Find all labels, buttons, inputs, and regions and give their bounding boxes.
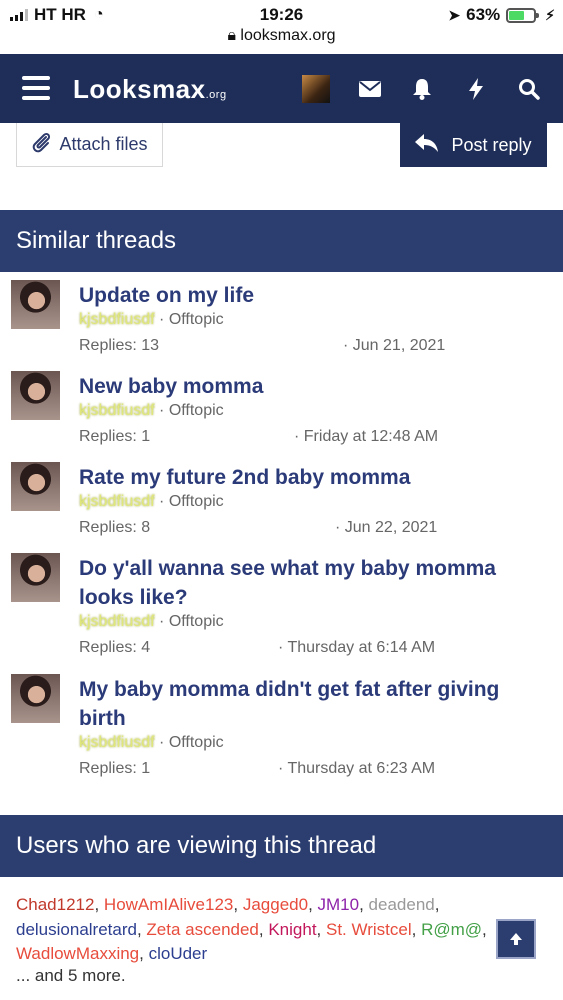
post-reply-label: Post reply: [451, 134, 532, 155]
viewer-username[interactable]: WadlowMaxxing: [16, 944, 139, 963]
viewers-header: Users who are viewing this thread: [0, 815, 563, 877]
author-avatar[interactable]: [11, 553, 60, 602]
thread-author[interactable]: kjsbdfiusdf: [79, 493, 155, 510]
thread-date: · Friday at 12:48 AM: [294, 428, 439, 445]
paperclip-icon: [31, 131, 51, 158]
user-avatar[interactable]: [302, 75, 330, 103]
thread-date: · Thursday at 6:23 AM: [278, 760, 436, 777]
thread-title[interactable]: My baby momma didn't get fat after givin…: [79, 675, 529, 733]
viewers-title: Users who are viewing this thread: [16, 832, 377, 859]
scroll-to-top-button[interactable]: [496, 919, 536, 959]
thread-meta: kjsbdfiusdf · Offtopic: [79, 493, 224, 510]
author-avatar[interactable]: [11, 462, 60, 511]
viewer-username[interactable]: Zeta ascended: [146, 920, 258, 939]
bell-icon[interactable]: [409, 76, 435, 102]
viewer-username[interactable]: Knight: [268, 920, 316, 939]
viewer-username[interactable]: R@m@: [421, 920, 482, 939]
thread-forum[interactable]: Offtopic: [169, 311, 224, 328]
thread-replies: Replies: 4: [79, 639, 151, 656]
thread-replies: Replies: 13: [79, 337, 160, 354]
viewer-username[interactable]: JM10: [318, 895, 360, 914]
viewers-list: Chad1212, HowAmIAlive123, Jagged0, JM10,…: [16, 895, 487, 963]
viewer-username[interactable]: St. Wristcel: [326, 920, 412, 939]
thread-author[interactable]: kjsbdfiusdf: [79, 402, 155, 419]
viewer-username[interactable]: Jagged0: [243, 895, 308, 914]
thread-replies: Replies: 8: [79, 519, 151, 536]
thread-replies: Replies: 1: [79, 428, 151, 445]
battery-percent: 63%: [466, 5, 501, 24]
reply-arrow-icon: [415, 133, 439, 157]
thread-meta: kjsbdfiusdf · Offtopic: [79, 734, 224, 751]
similar-threads-header: Similar threads: [0, 210, 563, 272]
search-icon[interactable]: [516, 76, 542, 102]
battery-icon: [506, 7, 540, 23]
lightning-icon[interactable]: [463, 76, 489, 102]
viewer-username[interactable]: HowAmIAlive123: [104, 895, 233, 914]
thread-author[interactable]: kjsbdfiusdf: [79, 311, 155, 328]
menu-icon[interactable]: [22, 76, 50, 100]
thread-author[interactable]: kjsbdfiusdf: [79, 734, 155, 751]
address-bar[interactable]: 🔒︎ looksmax.org: [0, 27, 563, 45]
top-navbar: Looksmax.org: [0, 54, 563, 123]
post-reply-button[interactable]: Post reply: [400, 123, 547, 167]
thread-forum[interactable]: Offtopic: [169, 402, 224, 419]
thread-forum[interactable]: Offtopic: [169, 493, 224, 510]
attach-files-button[interactable]: Attach files: [16, 123, 163, 167]
envelope-icon[interactable]: [357, 76, 383, 102]
status-bar: HT HR ◔ 19:26 🔒︎ looksmax.org ➤ 63% ⚡︎: [0, 0, 563, 54]
thread-meta: kjsbdfiusdf · Offtopic: [79, 402, 224, 419]
viewer-username[interactable]: delusionalretard: [16, 920, 137, 939]
thread-date: · Thursday at 6:14 AM: [278, 639, 436, 656]
lock-icon: 🔒︎: [227, 27, 241, 44]
thread-title[interactable]: New baby momma: [79, 372, 529, 401]
thread-forum[interactable]: Offtopic: [169, 613, 224, 630]
thread-author[interactable]: kjsbdfiusdf: [79, 613, 155, 630]
thread-title[interactable]: Update on my life: [79, 281, 529, 310]
viewer-username[interactable]: cloUder: [149, 944, 208, 963]
similar-threads-title: Similar threads: [16, 227, 177, 254]
url-text: looksmax.org: [240, 27, 336, 44]
thread-date: · Jun 21, 2021: [343, 337, 446, 354]
status-right: ➤ 63% ⚡︎: [448, 5, 555, 25]
thread-date: · Jun 22, 2021: [335, 519, 438, 536]
author-avatar[interactable]: [11, 371, 60, 420]
author-avatar[interactable]: [11, 674, 60, 723]
viewer-username[interactable]: Chad1212: [16, 895, 94, 914]
thread-meta: kjsbdfiusdf · Offtopic: [79, 613, 224, 630]
more-viewers[interactable]: ... and 5 more.: [16, 966, 126, 986]
thread-title[interactable]: Do y'all wanna see what my baby momma lo…: [79, 554, 529, 612]
author-avatar[interactable]: [11, 280, 60, 329]
site-logo[interactable]: Looksmax.org: [73, 74, 227, 105]
thread-replies: Replies: 1: [79, 760, 151, 777]
arrow-up-icon: [510, 933, 522, 945]
thread-meta: kjsbdfiusdf · Offtopic: [79, 311, 224, 328]
thread-forum[interactable]: Offtopic: [169, 734, 224, 751]
charging-icon: ⚡︎: [545, 6, 555, 23]
location-icon: ➤: [448, 6, 461, 23]
attach-files-label: Attach files: [59, 134, 148, 154]
thread-title[interactable]: Rate my future 2nd baby momma: [79, 463, 529, 492]
viewer-username[interactable]: deadend: [369, 895, 435, 914]
